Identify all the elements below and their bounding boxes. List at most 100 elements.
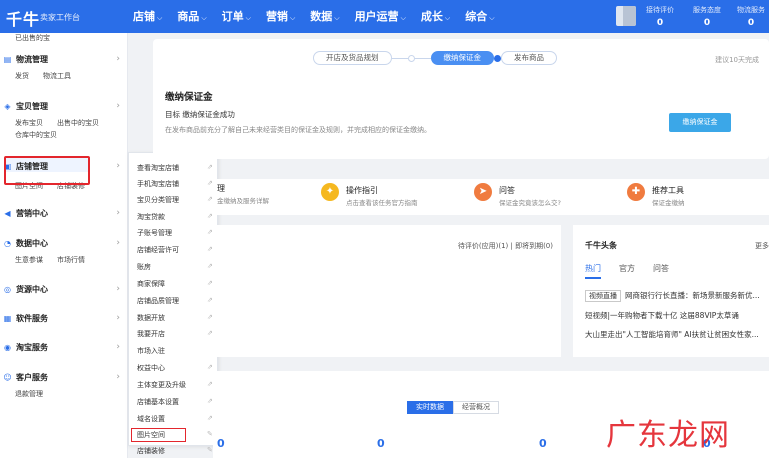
nav-orders[interactable]: 订单 ⌵: [222, 8, 251, 24]
nav-general[interactable]: 综合 ⌵: [465, 8, 494, 24]
chevron-down-icon: ⌵: [400, 14, 406, 22]
chart-icon: ◔: [4, 239, 11, 248]
task-description: 在发布商品前充分了解自己未来经营类目的保证金及规则，并完成相应的保证金缴纳。: [165, 126, 431, 134]
chevron-right-icon: ›: [116, 313, 120, 323]
store-decoration-highlight: [131, 428, 186, 442]
grid-icon: ▦: [3, 314, 12, 323]
step-connector: [414, 57, 431, 59]
metric-value: 0: [217, 437, 225, 450]
onboarding-task-card: 开店及货品规划 缴纳保证金 发布商品 建议10天完成 缴纳保证金 目标 缴纳保证…: [153, 39, 769, 159]
stat-service[interactable]: 服务态度 0: [689, 5, 725, 28]
tool-partial-desc: 金缴纳及服务详解: [217, 197, 269, 205]
sidebar-link-logistics-tools[interactable]: 物流工具: [43, 70, 71, 82]
chevron-right-icon: ›: [116, 208, 120, 218]
nav-marketing[interactable]: 营销 ⌵: [266, 8, 295, 24]
chevron-right-icon: ›: [116, 54, 120, 64]
chevron-right-icon: ›: [116, 342, 120, 352]
data-tabs: 实时数据 经营概况: [407, 401, 499, 414]
stat-reception[interactable]: 接待评价 0: [642, 5, 678, 28]
tab-hot[interactable]: 热门: [585, 263, 601, 279]
sidebar-group-goods: ◈ 宝贝管理 › 发布宝贝 出售中的宝贝 仓库中的宝贝: [0, 100, 128, 141]
lightbulb-icon: ✦: [321, 183, 339, 201]
sidebar-item-logistics[interactable]: ▤ 物流管理 ›: [0, 53, 128, 67]
sidebar-item-data-center[interactable]: ◔ 数据中心 ›: [0, 237, 128, 251]
nav-growth[interactable]: 成长 ⌵: [421, 8, 450, 24]
chevron-down-icon: ⌵: [489, 14, 495, 22]
sidebar-group-source: ◎ 货源中心 ›: [0, 283, 128, 297]
sidebar-group-software: ▦ 软件服务 ›: [0, 312, 128, 326]
bag-icon: ◈: [4, 102, 11, 111]
chevron-down-icon: ⌵: [201, 14, 207, 22]
nav-data[interactable]: 数据 ⌵: [310, 8, 339, 24]
headlines-more-link[interactable]: 更多: [755, 241, 769, 251]
stat-logistics[interactable]: 物流服务 0: [733, 5, 769, 28]
step-dot: [407, 54, 415, 62]
task-goal: 目标 缴纳保证金成功: [165, 110, 235, 119]
step-connector: [391, 57, 408, 59]
step-deposit[interactable]: 缴纳保证金: [430, 51, 494, 65]
pending-card: 待评价(应用)(1) | 即将到期(0): [213, 225, 561, 357]
flyout-item-ledger[interactable]: 账房: [137, 262, 151, 272]
tab-realtime-data[interactable]: 实时数据: [407, 401, 453, 414]
task-title: 缴纳保证金: [165, 92, 213, 103]
step-planning[interactable]: 开店及货品规划: [313, 51, 392, 65]
headline-item[interactable]: 短视频|一年购物者下载十亿 这届88VIP太草诵: [585, 310, 739, 321]
sidebar-item-customer-service[interactable]: ☺ 客户服务 ›: [0, 371, 128, 385]
tab-business-overview[interactable]: 经营概况: [453, 401, 499, 414]
tab-official[interactable]: 官方: [619, 263, 635, 279]
tab-qa[interactable]: 问答: [653, 263, 669, 279]
sidebar-group-taobao-services: ◉ 淘宝服务 ›: [0, 341, 128, 355]
sidebar-item-marketing-center[interactable]: ◀ 营销中心 ›: [0, 207, 128, 221]
headline-item[interactable]: 大山里走出"人工智能培育师" AI扶贫让贫困女性家...: [585, 329, 759, 340]
shield-icon: ◉: [4, 343, 11, 352]
chevron-down-icon: ⌵: [289, 14, 296, 22]
step-publish[interactable]: 发布商品: [501, 51, 557, 65]
pay-deposit-button[interactable]: 缴纳保证金: [669, 113, 731, 132]
pending-links[interactable]: 待评价(应用)(1) | 即将到期(0): [458, 241, 553, 251]
shop-avatar[interactable]: [616, 6, 636, 26]
nav-shop[interactable]: 店铺 ⌵: [133, 8, 162, 24]
sidebar-item-taobao-services[interactable]: ◉ 淘宝服务 ›: [0, 341, 128, 355]
nav-user-ops[interactable]: 用户运营 ⌵: [355, 8, 406, 24]
qianniu-headlines-card: 千牛头条 更多 热门 官方 问答 视频直播 网商银行行长直播：新场景新服务新优..…: [573, 225, 769, 357]
sidebar-link-on-sale[interactable]: 出售中的宝贝: [57, 117, 99, 129]
headlines-title: 千牛头条: [585, 241, 617, 250]
sidebar-link-market-trends[interactable]: 市场行情: [57, 254, 85, 266]
nav-goods[interactable]: 商品 ⌵: [177, 8, 206, 24]
main-content: 开店及货品规划 缴纳保证金 发布商品 建议10天完成 缴纳保证金 目标 缴纳保证…: [153, 39, 769, 458]
sidebar-item-source-center[interactable]: ◎ 货源中心 ›: [0, 283, 128, 297]
chevron-right-icon: ›: [116, 284, 120, 294]
chevron-right-icon: ›: [116, 161, 120, 171]
main-nav: 店铺 ⌵ 商品 ⌵ 订单 ⌵ 营销 ⌵ 数据 ⌵ 用户运营 ⌵ 成长 ⌵ 综合 ⌵: [133, 8, 510, 24]
site-watermark: 广东龙网: [606, 418, 730, 453]
headline-item[interactable]: 视频直播 网商银行行长直播：新场景新服务新优...: [585, 290, 760, 302]
sidebar: 已出售的宝 ▤ 物流管理 › 发货 物流工具 ◈ 宝贝管理 › 发布宝贝 出售中…: [0, 33, 128, 458]
qianniu-logo[interactable]: 千牛: [6, 6, 40, 30]
chevron-right-icon: ›: [116, 372, 120, 382]
sidebar-link-refunds[interactable]: 退款管理: [15, 388, 43, 400]
chevron-down-icon: ⌵: [334, 14, 340, 22]
sidebar-item-software-services[interactable]: ▦ 软件服务 ›: [0, 312, 128, 326]
sidebar-group-customer: ☺ 客户服务 › 退款管理: [0, 371, 128, 400]
wrench-icon: ✚: [627, 183, 645, 201]
chevron-right-icon: ›: [116, 238, 120, 248]
sidebar-group-marketing: ◀ 营销中心 ›: [0, 207, 128, 221]
chevron-down-icon: ⌵: [157, 14, 163, 22]
metric-value: 0: [539, 437, 547, 450]
chevron-down-icon: ⌵: [444, 14, 451, 22]
compass-icon: ➤: [474, 183, 492, 201]
chevron-right-icon: ›: [116, 101, 120, 111]
sidebar-partial-item: 已出售的宝: [15, 34, 50, 42]
headlines-tabs: 热门 官方 问答: [585, 263, 687, 279]
step-dot-active: [494, 54, 501, 62]
source-icon: ◎: [4, 285, 11, 294]
help-tools-card: ✦ 操作指引 点击查看该任务官方指南 ➤ 问答 保证金究竟该怎么交? ✚ 推荐工…: [213, 179, 769, 215]
sidebar-link-ship[interactable]: 发货: [15, 70, 29, 82]
headline-tag: 视频直播: [585, 290, 621, 302]
sidebar-link-business-advisor[interactable]: 生意参谋: [15, 254, 43, 266]
tool-partial-title: 理: [217, 184, 225, 193]
sidebar-link-publish[interactable]: 发布宝贝: [15, 117, 43, 129]
sidebar-item-goods[interactable]: ◈ 宝贝管理 ›: [0, 100, 128, 114]
sidebar-link-warehouse[interactable]: 仓库中的宝贝: [15, 129, 57, 141]
chevron-down-icon: ⌵: [245, 14, 251, 22]
